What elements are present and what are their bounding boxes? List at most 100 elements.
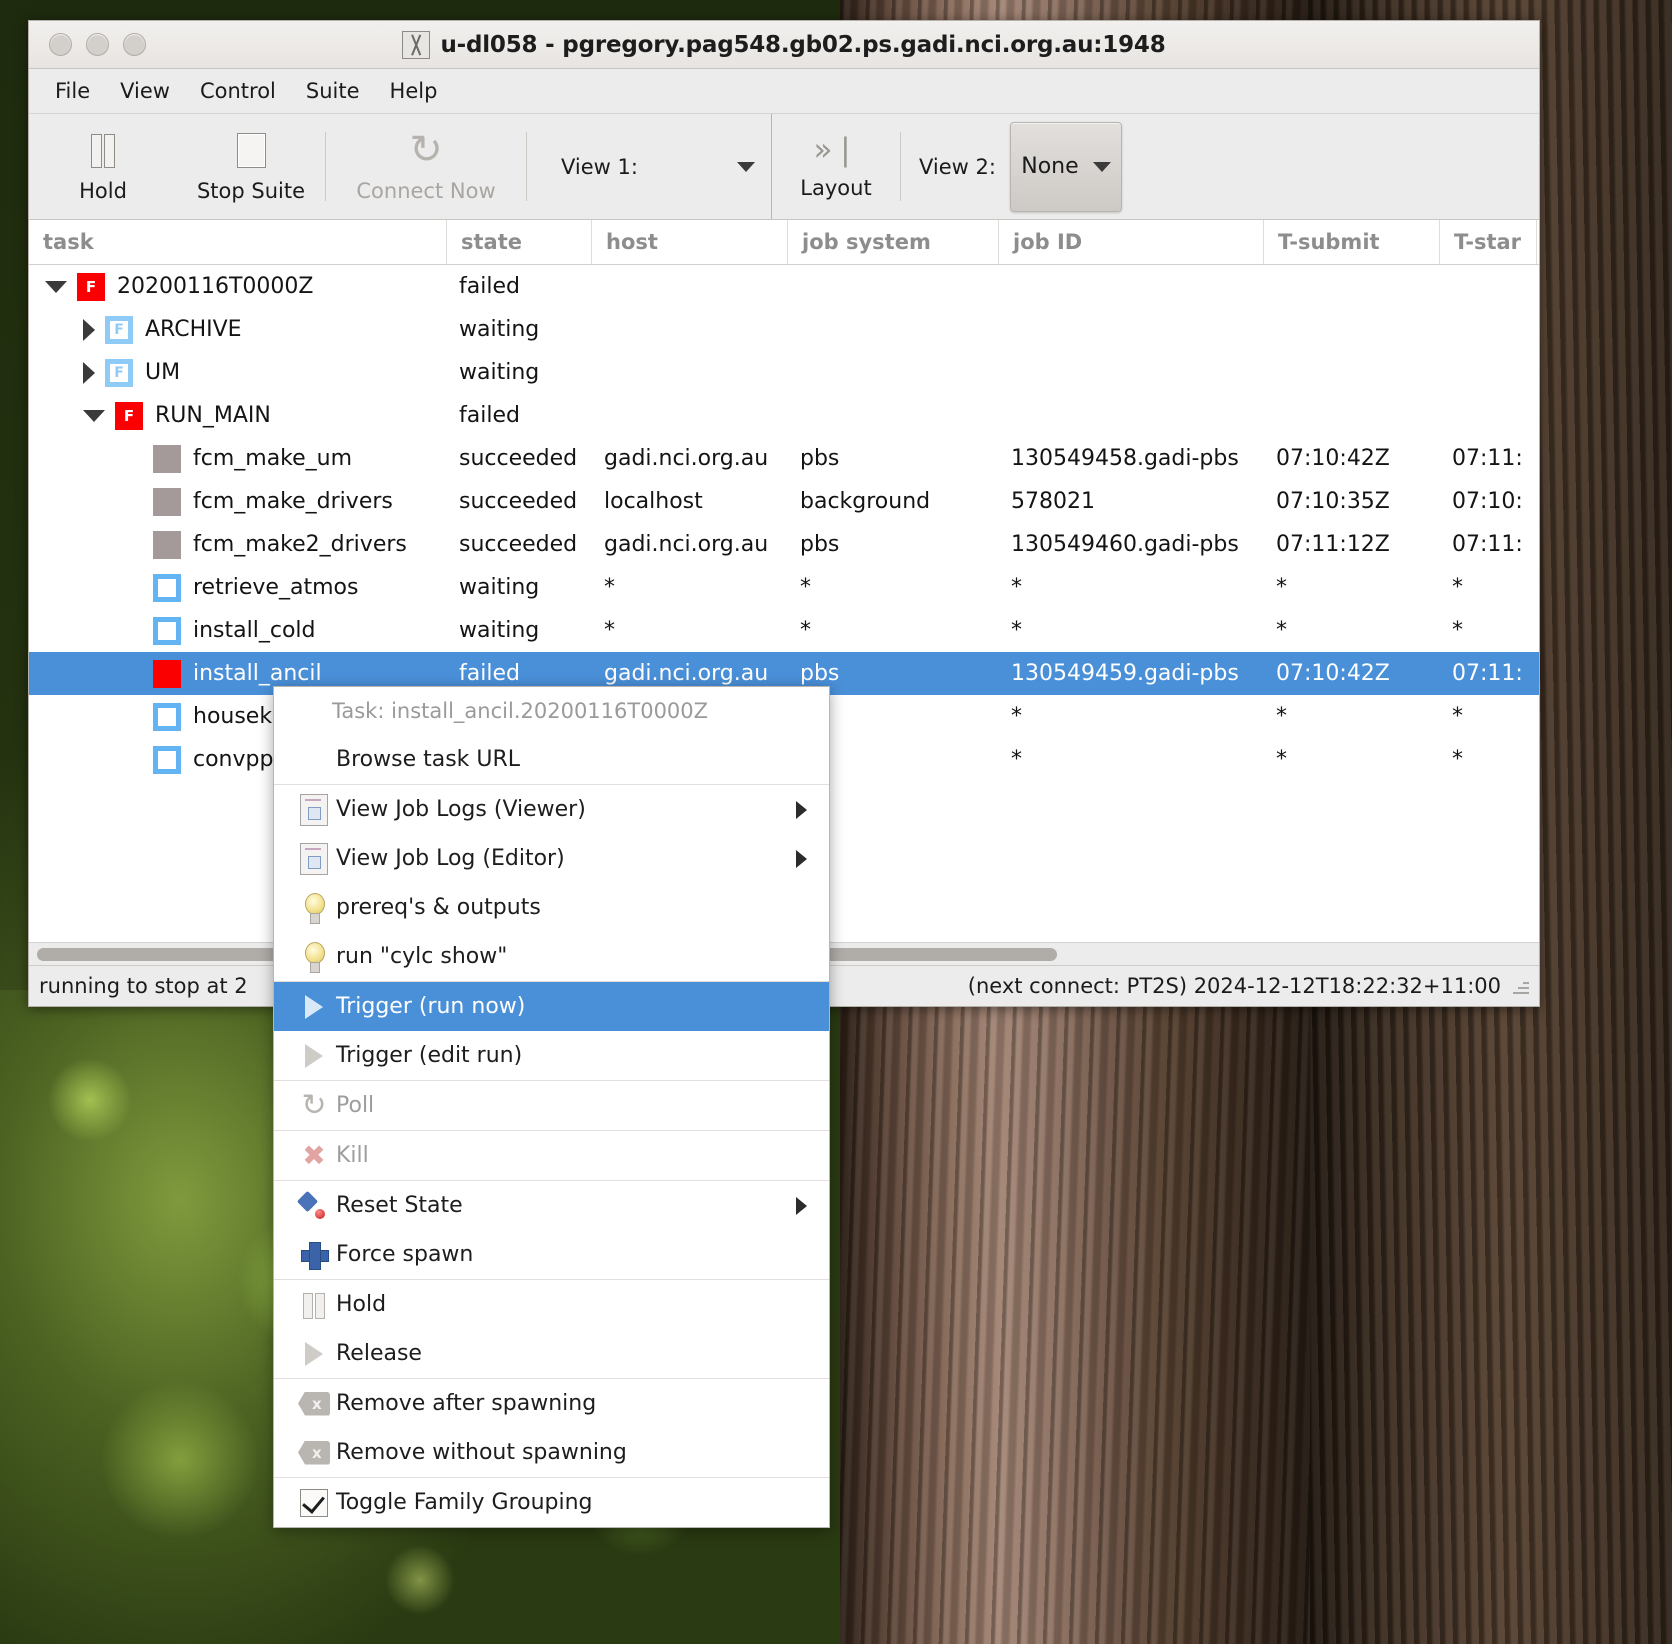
toolbar: Hold Stop Suite ↻ Connect Now View 1: »❘…: [29, 114, 1539, 220]
cell-state: succeeded: [459, 532, 578, 557]
stop-suite-button[interactable]: Stop Suite: [177, 114, 325, 219]
context-menu-item[interactable]: Hold: [274, 1280, 829, 1329]
column-header-job-system[interactable]: job system: [788, 220, 999, 264]
context-menu-item[interactable]: View Job Log (Editor): [274, 834, 829, 883]
context-menu-item-label: Force spawn: [336, 1242, 474, 1267]
task-cell: retrieve_atmos: [29, 573, 447, 602]
column-header-task[interactable]: task: [29, 220, 447, 264]
task-state-icon-family-wait: F: [105, 315, 133, 344]
expander-expand-icon[interactable]: [83, 361, 95, 384]
table-row[interactable]: F ARCHIVE waiting: [29, 308, 1539, 351]
cell-job-system: pbs: [800, 661, 840, 686]
context-menu-item[interactable]: ✖ Kill: [274, 1131, 829, 1180]
chevron-down-icon: [1092, 161, 1111, 172]
context-menu-item[interactable]: Remove without spawning: [274, 1428, 829, 1477]
submenu-arrow-icon: [796, 849, 807, 868]
context-menu-item[interactable]: ↻ Poll: [274, 1081, 829, 1130]
stop-icon: [236, 130, 266, 170]
context-menu-item[interactable]: Release: [274, 1329, 829, 1378]
context-menu-item[interactable]: prereq's & outputs: [274, 883, 829, 932]
task-state-icon-failed: F: [115, 401, 143, 430]
column-header-state[interactable]: state: [447, 220, 592, 264]
remove-icon: [292, 1441, 336, 1465]
context-menu-item-label: prereq's & outputs: [336, 895, 541, 920]
cell-state: waiting: [459, 575, 540, 600]
context-menu-item[interactable]: run "cylc show": [274, 932, 829, 981]
cell-t-start: *: [1452, 704, 1463, 729]
column-header-host[interactable]: host: [592, 220, 788, 264]
menu-help[interactable]: Help: [376, 74, 452, 108]
task-state-icon-waiting: [153, 616, 181, 645]
task-cell: F ARCHIVE: [29, 315, 447, 344]
context-menu-item[interactable]: Trigger (edit run): [274, 1031, 829, 1080]
table-row[interactable]: fcm_make2_drivers succeeded gadi.nci.org.a…: [29, 523, 1539, 566]
submenu-arrow-icon: [796, 1196, 807, 1215]
task-name-label: fcm_make_um: [193, 446, 353, 471]
menu-control[interactable]: Control: [186, 74, 290, 108]
menu-file[interactable]: File: [41, 74, 104, 108]
task-context-menu[interactable]: Task: install_ancil.20200116T0000Z Browse…: [273, 686, 830, 1528]
column-header-job-id[interactable]: job ID: [999, 220, 1264, 264]
menu-suite[interactable]: Suite: [292, 74, 374, 108]
cell-job-system: background: [800, 489, 931, 514]
expander-expand-icon[interactable]: [83, 318, 95, 341]
cell-state: succeeded: [459, 446, 578, 471]
window-controls[interactable]: [49, 33, 146, 56]
context-menu-item-label: Poll: [336, 1093, 375, 1118]
context-menu-item-label: Release: [336, 1341, 422, 1366]
reset-icon: [292, 1192, 336, 1220]
expander-placeholder: [121, 448, 143, 470]
context-menu-item[interactable]: Force spawn: [274, 1230, 829, 1279]
context-menu-item[interactable]: Trigger (run now): [274, 982, 829, 1031]
play-icon: [292, 1341, 336, 1366]
table-row[interactable]: F RUN_MAIN failed: [29, 394, 1539, 437]
task-state-icon-waiting: [153, 745, 181, 774]
suite-status-text: running to stop at 2: [39, 974, 248, 998]
menu-view[interactable]: View: [106, 74, 184, 108]
remove-icon: [292, 1392, 336, 1416]
table-row[interactable]: install_cold waiting * * * * *: [29, 609, 1539, 652]
context-menu-header: Task: install_ancil.20200116T0000Z: [332, 699, 709, 723]
task-name-label: retrieve_atmos: [193, 575, 359, 600]
task-state-icon-succeeded: [153, 530, 181, 559]
view1-selector[interactable]: View 1:: [527, 114, 771, 219]
table-row[interactable]: retrieve_atmos waiting * * * * *: [29, 566, 1539, 609]
column-header-t-submit[interactable]: T-submit: [1264, 220, 1440, 264]
window-maximize-button[interactable]: [123, 33, 146, 56]
context-menu-item-label: Trigger (edit run): [336, 1043, 523, 1068]
resize-grip-icon[interactable]: [1509, 975, 1531, 997]
hold-button[interactable]: Hold: [29, 114, 177, 219]
table-row[interactable]: F 20200116T0000Z failed: [29, 265, 1539, 308]
window-close-button[interactable]: [49, 33, 72, 56]
context-menu-item-label: Remove without spawning: [336, 1440, 627, 1465]
task-name-label: 20200116T0000Z: [117, 274, 314, 299]
connect-now-button[interactable]: ↻ Connect Now: [326, 114, 526, 219]
layout-button[interactable]: »❘ Layout: [772, 114, 900, 219]
cell-t-submit: 07:10:35Z: [1276, 489, 1390, 514]
table-row[interactable]: F UM waiting: [29, 351, 1539, 394]
context-menu-item[interactable]: Remove after spawning: [274, 1379, 829, 1428]
context-menu-item[interactable]: View Job Logs (Viewer): [274, 785, 829, 834]
task-state-icon-failed: F: [77, 272, 105, 301]
context-menu-item[interactable]: Browse task URL: [274, 735, 829, 784]
view2-selector[interactable]: None: [1009, 121, 1122, 212]
window-minimize-button[interactable]: [86, 33, 109, 56]
expander-collapse-icon[interactable]: [83, 409, 105, 422]
context-menu-item-label: Browse task URL: [336, 747, 521, 772]
checkbox-icon: [292, 1488, 336, 1517]
task-cell: fcm_make_drivers: [29, 487, 447, 516]
cell-state: waiting: [459, 317, 540, 342]
table-row[interactable]: fcm_make_um succeeded gadi.nci.org.au pbs 13…: [29, 437, 1539, 480]
context-menu-item[interactable]: Toggle Family Grouping: [274, 1478, 829, 1527]
lightbulb-icon: [292, 941, 336, 973]
task-name-label: ARCHIVE: [145, 317, 242, 342]
expander-collapse-icon[interactable]: [45, 280, 67, 293]
column-header-t-start[interactable]: T-star: [1440, 220, 1537, 264]
context-menu-item[interactable]: Reset State: [274, 1181, 829, 1230]
table-row[interactable]: fcm_make_drivers succeeded localhost backgr…: [29, 480, 1539, 523]
task-cell: fcm_make2_drivers: [29, 530, 447, 559]
task-name-label: convpp: [193, 747, 274, 772]
cell-job-id: 130549458.gadi-pbs: [1011, 446, 1239, 471]
context-menu-item-label: Toggle Family Grouping: [336, 1490, 593, 1515]
task-name-label: install_cold: [193, 618, 316, 643]
